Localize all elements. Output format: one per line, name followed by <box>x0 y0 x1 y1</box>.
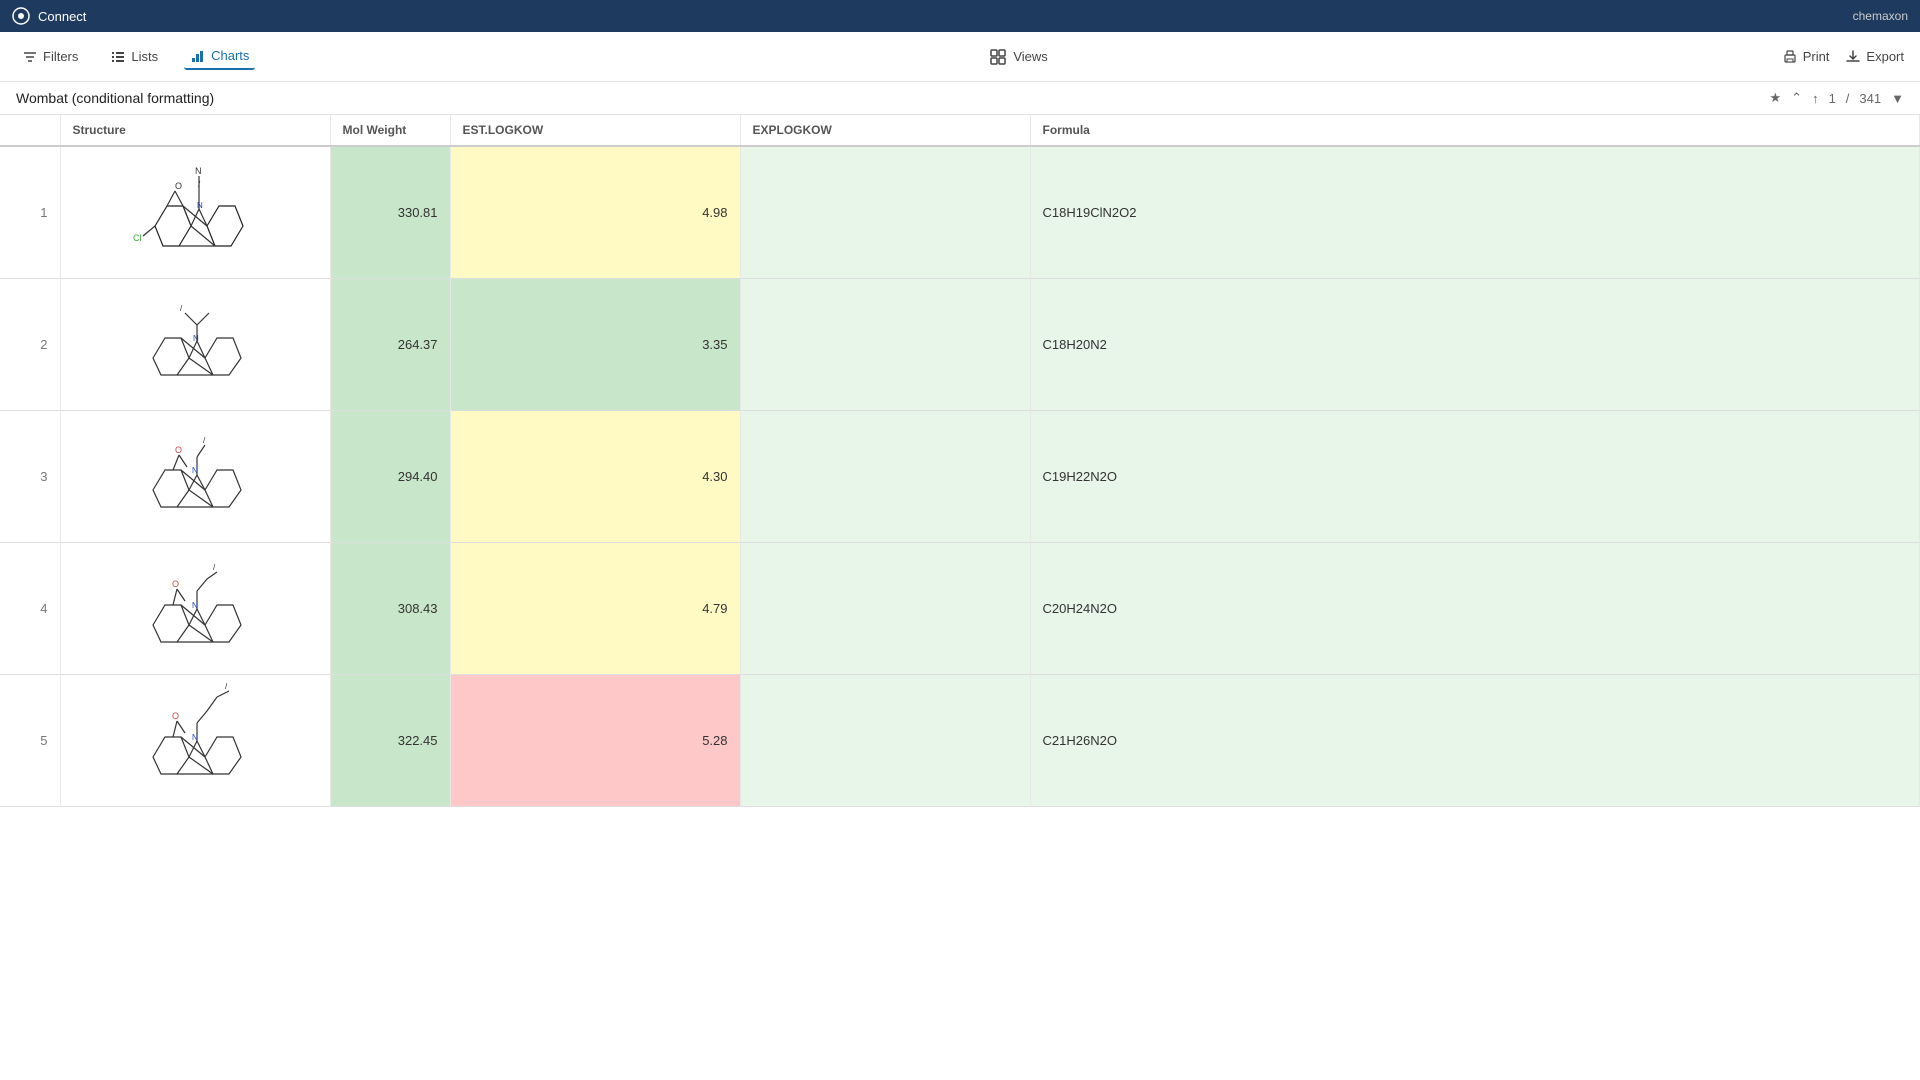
titlebar-user: chemaxon <box>1853 9 1908 23</box>
toolbar: Filters Lists Charts <box>0 32 1920 82</box>
structure-cell: O N / <box>60 411 330 543</box>
row-id: 5 <box>0 675 60 807</box>
formula-cell: C18H20N2 <box>1030 279 1920 411</box>
page-separator: / <box>1846 91 1850 106</box>
formula-cell: C19H22N2O <box>1030 411 1920 543</box>
mol-weight-cell: 294.40 <box>330 411 450 543</box>
table-row: 1 O N N Cl / 330.814.98 C18H19ClN2O2 <box>0 146 1920 279</box>
exp-logkow-cell <box>740 279 1030 411</box>
svg-text:/: / <box>225 682 228 691</box>
titlebar: Connect chemaxon <box>0 0 1920 32</box>
table-row: 3 O N / 294.404.30 C19H22N2O <box>0 411 1920 543</box>
row-id: 3 <box>0 411 60 543</box>
svg-text:Cl: Cl <box>133 233 142 243</box>
col-header-formula[interactable]: Formula <box>1030 115 1920 146</box>
toolbar-left: Filters Lists Charts <box>16 44 255 70</box>
est-logkow-cell: 5.28 <box>450 675 740 807</box>
filters-label: Filters <box>43 49 78 64</box>
table-row: 4 O N / 308.434.79 C20H24N2O <box>0 543 1920 675</box>
connect-logo-icon <box>12 7 30 25</box>
page-controls: ★ ⌃ ↑ 1 / 341 ▼ <box>1770 90 1905 106</box>
svg-text:N: N <box>197 201 203 210</box>
current-page: 1 <box>1829 91 1836 106</box>
svg-text:O: O <box>175 445 182 455</box>
col-header-cdid[interactable] <box>0 115 60 146</box>
dropdown-icon[interactable]: ▼ <box>1891 91 1904 106</box>
svg-text:O: O <box>175 181 182 191</box>
toolbar-right: Print Export <box>1782 49 1904 65</box>
filters-icon <box>22 49 38 65</box>
row-id: 4 <box>0 543 60 675</box>
collapse-icon[interactable]: ⌃ <box>1791 90 1802 106</box>
col-header-exp-logkow[interactable]: EXPLOGKOW <box>740 115 1030 146</box>
views-icon <box>989 48 1007 66</box>
views-label: Views <box>1013 49 1047 64</box>
data-table: Structure Mol Weight EST.LOGKOW EXPLOGKO… <box>0 115 1920 807</box>
page-title: Wombat (conditional formatting) <box>16 90 214 106</box>
charts-icon <box>190 48 206 64</box>
star-icon[interactable]: ★ <box>1770 90 1782 106</box>
svg-text:N: N <box>193 334 199 343</box>
structure-cell: O N N Cl / <box>60 146 330 279</box>
est-logkow-cell: 4.79 <box>450 543 740 675</box>
svg-text:/: / <box>180 304 183 313</box>
mol-weight-cell: 322.45 <box>330 675 450 807</box>
svg-text:N: N <box>195 166 202 176</box>
export-icon <box>1845 49 1861 65</box>
row-id: 2 <box>0 279 60 411</box>
svg-text:O: O <box>172 711 179 721</box>
svg-text:/: / <box>213 563 216 572</box>
print-button[interactable]: Print <box>1782 49 1830 65</box>
data-table-container: Structure Mol Weight EST.LOGKOW EXPLOGKO… <box>0 115 1920 807</box>
titlebar-left: Connect <box>12 7 86 25</box>
est-logkow-cell: 4.98 <box>450 146 740 279</box>
table-row: 5 O N / 322.455.28 C21H26N2O <box>0 675 1920 807</box>
formula-cell: C18H19ClN2O2 <box>1030 146 1920 279</box>
svg-text:/: / <box>203 436 206 445</box>
lists-label: Lists <box>131 49 158 64</box>
est-logkow-cell: 3.35 <box>450 279 740 411</box>
export-label: Export <box>1866 49 1904 64</box>
col-header-mol-weight[interactable]: Mol Weight <box>330 115 450 146</box>
lists-icon <box>110 49 126 65</box>
charts-label: Charts <box>211 48 249 63</box>
lists-button[interactable]: Lists <box>104 45 164 69</box>
up-icon[interactable]: ↑ <box>1812 91 1819 106</box>
svg-text:N: N <box>192 601 198 610</box>
page-header: Wombat (conditional formatting) ★ ⌃ ↑ 1 … <box>0 82 1920 115</box>
mol-weight-cell: 330.81 <box>330 146 450 279</box>
svg-text:N: N <box>192 733 198 742</box>
print-icon <box>1782 49 1798 65</box>
mol-weight-cell: 308.43 <box>330 543 450 675</box>
exp-logkow-cell <box>740 146 1030 279</box>
structure-cell: N / <box>60 279 330 411</box>
mol-weight-cell: 264.37 <box>330 279 450 411</box>
app-title: Connect <box>38 9 86 24</box>
structure-cell: O N / <box>60 675 330 807</box>
exp-logkow-cell <box>740 411 1030 543</box>
row-id: 1 <box>0 146 60 279</box>
export-button[interactable]: Export <box>1845 49 1904 65</box>
charts-button[interactable]: Charts <box>184 44 255 70</box>
exp-logkow-cell <box>740 543 1030 675</box>
col-header-structure[interactable]: Structure <box>60 115 330 146</box>
table-header-row: Structure Mol Weight EST.LOGKOW EXPLOGKO… <box>0 115 1920 146</box>
formula-cell: C21H26N2O <box>1030 675 1920 807</box>
exp-logkow-cell <box>740 675 1030 807</box>
print-label: Print <box>1803 49 1830 64</box>
col-header-est-logkow[interactable]: EST.LOGKOW <box>450 115 740 146</box>
structure-cell: O N / <box>60 543 330 675</box>
svg-text:O: O <box>172 579 179 589</box>
svg-text:/: / <box>198 180 201 189</box>
views-button[interactable]: Views <box>989 48 1047 66</box>
table-row: 2 N / 264.373.35 C18H20N2 <box>0 279 1920 411</box>
svg-text:N: N <box>192 466 198 475</box>
est-logkow-cell: 4.30 <box>450 411 740 543</box>
total-pages: 341 <box>1859 91 1881 106</box>
formula-cell: C20H24N2O <box>1030 543 1920 675</box>
filters-button[interactable]: Filters <box>16 45 84 69</box>
